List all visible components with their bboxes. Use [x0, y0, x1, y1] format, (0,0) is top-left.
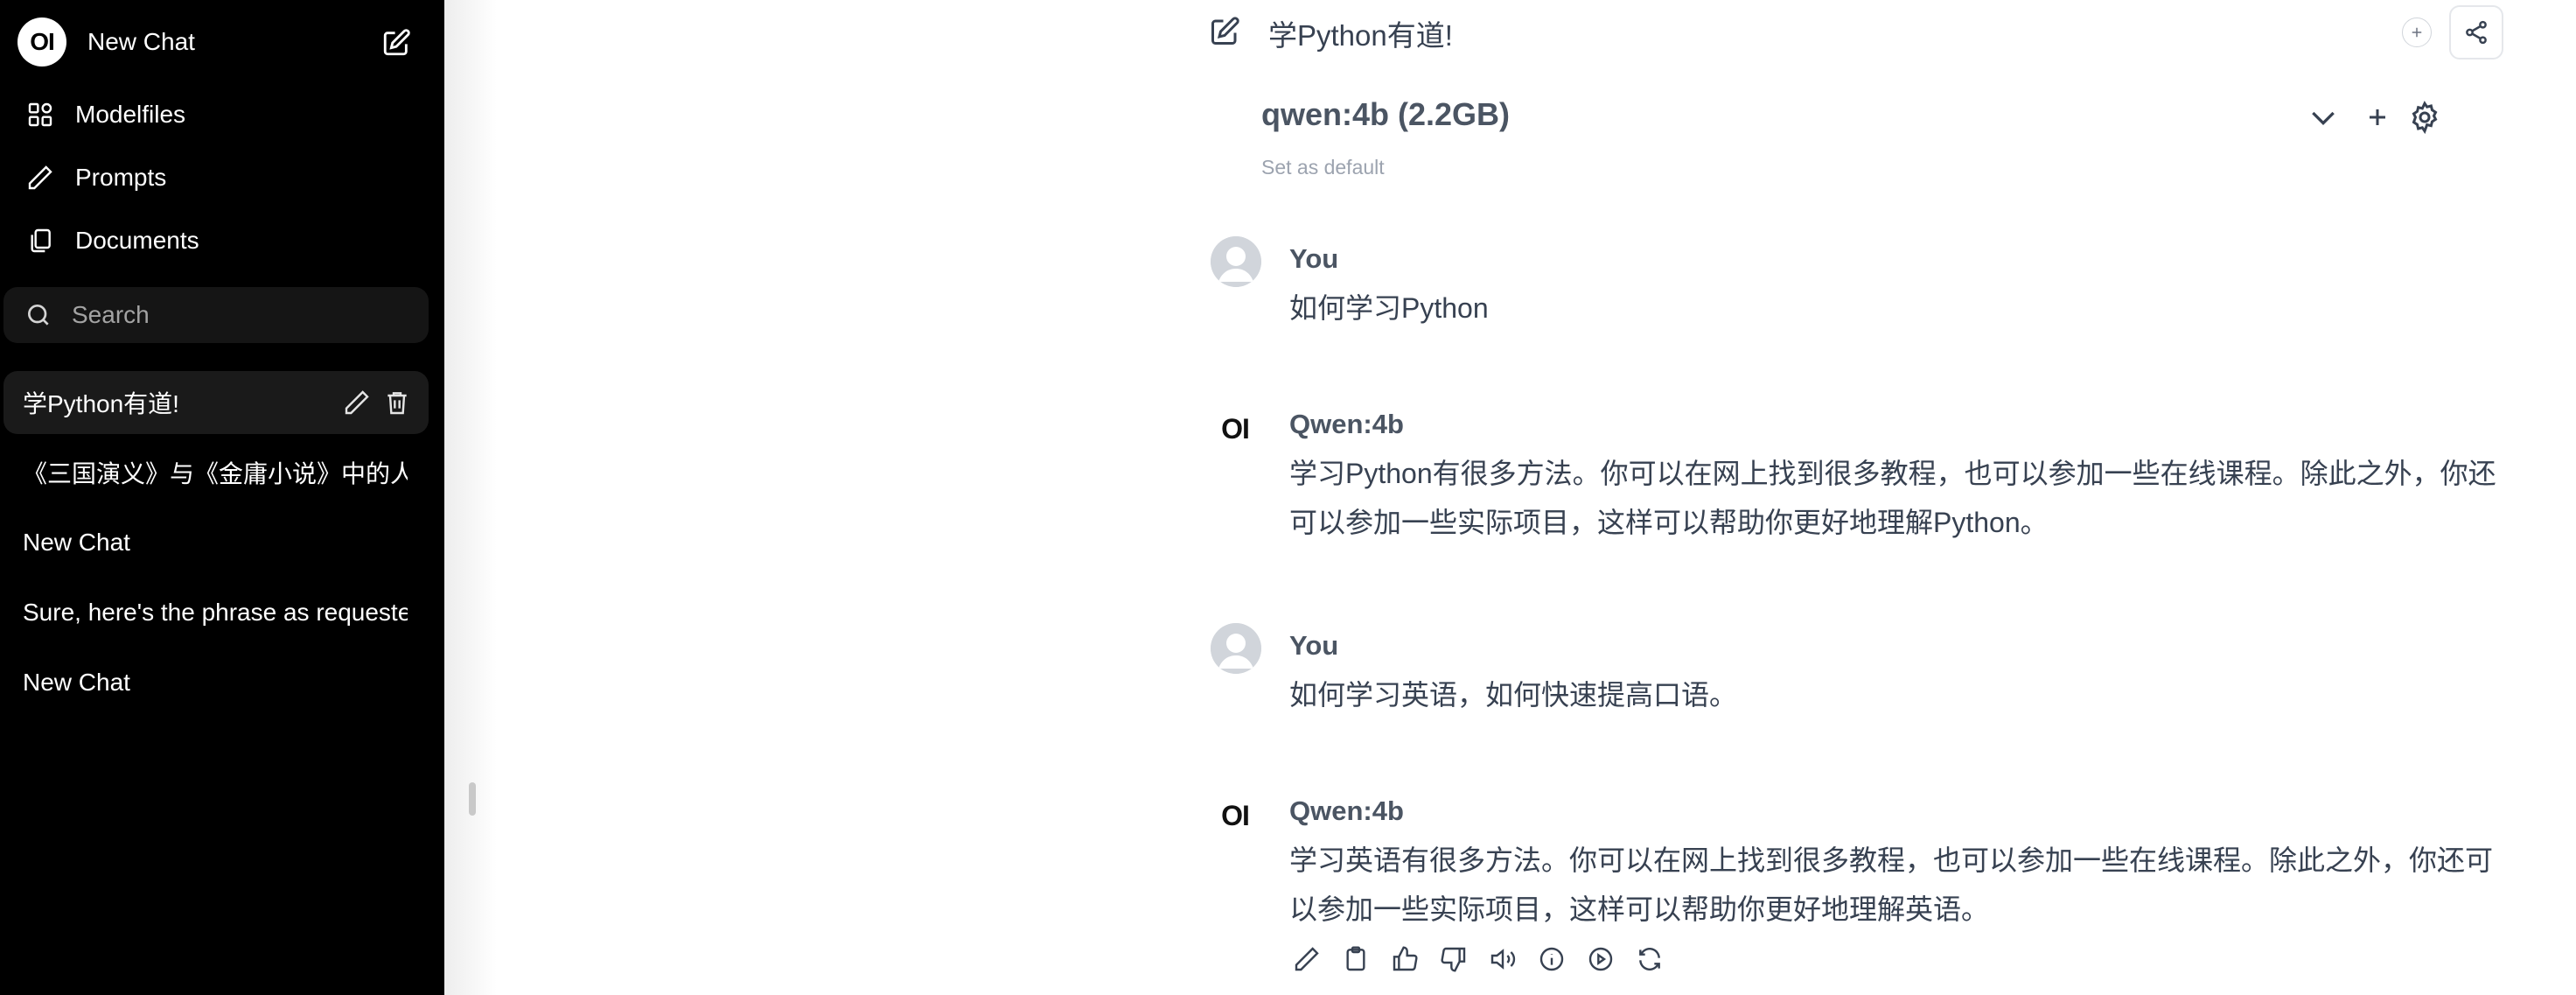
message-text: 如何学习英语，如何快速提高口语。: [1289, 679, 1738, 711]
chat-list-item[interactable]: Sure, here's the phrase as requested: [3, 581, 429, 644]
info-icon: [1539, 947, 1564, 971]
edit-icon: [1295, 947, 1319, 971]
sidebar-resize-handle[interactable]: [469, 782, 476, 816]
message-author: You: [1289, 630, 1339, 661]
play-icon: [1588, 947, 1613, 971]
model-selector[interactable]: qwen:4b (2.2GB): [1261, 96, 1510, 133]
user-avatar: [1211, 623, 1261, 674]
add-button[interactable]: [2402, 18, 2432, 47]
chat-list-item[interactable]: 《三国演义》与《金庸小说》中的人物: [3, 441, 429, 504]
thumbs-up-button[interactable]: [1389, 943, 1421, 975]
compose-icon[interactable]: [1209, 16, 1240, 47]
user-avatar-icon: [1211, 623, 1261, 674]
modelfiles-icon: [28, 102, 52, 127]
assistant-avatar: OI: [1221, 799, 1250, 831]
trash-icon[interactable]: [383, 389, 411, 417]
sidebar-shadow: [444, 0, 497, 995]
sidebar-item-modelfiles[interactable]: Modelfiles: [26, 93, 185, 137]
message-text: 学习Python有很多方法。你可以在网上找到很多教程，也可以参加一些在线课程。除…: [1289, 458, 2496, 538]
app-logo: OI: [17, 18, 66, 67]
sidebar-item-prompts[interactable]: Prompts: [26, 156, 166, 200]
search-icon: [28, 305, 49, 326]
message-author: You: [1289, 243, 1339, 274]
thumbs-up-icon: [1393, 946, 1418, 971]
search-box: [3, 287, 429, 343]
set-as-default-link[interactable]: Set as default: [1261, 156, 1385, 179]
chat-title: Sure, here's the phrase as requested: [23, 599, 408, 626]
new-chat-compose-icon[interactable]: [381, 28, 411, 58]
thumbs-down-button[interactable]: [1438, 943, 1470, 975]
chat-title: 《三国演义》与《金庸小说》中的人物: [23, 460, 408, 487]
message-text: 如何学习Python: [1289, 292, 1489, 324]
plus-icon: [2412, 27, 2422, 38]
read-aloud-button[interactable]: [1487, 943, 1518, 975]
search-input[interactable]: [70, 300, 406, 330]
share-icon: [2466, 20, 2487, 45]
assistant-avatar: OI: [1221, 412, 1250, 445]
info-button[interactable]: [1536, 943, 1567, 975]
chat-list-item[interactable]: New Chat: [3, 651, 429, 714]
chat-actions: [343, 389, 411, 417]
message-actions: [1291, 943, 1665, 975]
speaker-icon: [1490, 949, 1516, 970]
thumbs-down-icon: [1441, 947, 1466, 972]
rename-pencil-icon[interactable]: [343, 389, 371, 417]
sidebar: OI New Chat Modelfiles Prompts Documents…: [0, 0, 444, 995]
chat-header-title: 学Python有道!: [1268, 19, 1453, 52]
sidebar-item-label: Prompts: [75, 164, 167, 191]
chat-title: 学Python有道!: [23, 390, 179, 417]
documents-icon: [31, 228, 51, 253]
chat-list-item-active[interactable]: 学Python有道!: [3, 371, 429, 434]
pencil-icon: [28, 165, 52, 190]
message-text: 学习英语有很多方法。你可以在网上找到很多教程，也可以参加一些在线课程。除此之外，…: [1289, 844, 2494, 925]
message-author: Qwen:4b: [1289, 795, 1404, 826]
add-model-icon[interactable]: [2362, 102, 2393, 133]
share-button[interactable]: [2449, 5, 2503, 60]
sidebar-item-documents[interactable]: Documents: [26, 219, 199, 263]
chevron-down-icon[interactable]: [2306, 100, 2341, 135]
new-chat-label[interactable]: New Chat: [87, 28, 195, 56]
sidebar-header[interactable]: OI New Chat: [17, 18, 411, 67]
user-avatar: [1211, 236, 1261, 287]
chat-title: New Chat: [23, 529, 130, 556]
edit-button[interactable]: [1291, 943, 1323, 975]
continue-button[interactable]: [1585, 943, 1616, 975]
sidebar-item-label: Modelfiles: [75, 101, 186, 128]
regenerate-icon: [1639, 948, 1660, 970]
user-avatar-icon: [1211, 236, 1261, 287]
chat-title: New Chat: [23, 669, 130, 696]
message-author: Qwen:4b: [1289, 409, 1404, 439]
copy-icon: [1346, 946, 1365, 971]
gear-icon[interactable]: [2407, 100, 2442, 135]
regenerate-button[interactable]: [1634, 943, 1665, 975]
sidebar-item-label: Documents: [75, 227, 199, 254]
copy-button[interactable]: [1340, 943, 1372, 975]
chat-list-item[interactable]: New Chat: [3, 511, 429, 574]
